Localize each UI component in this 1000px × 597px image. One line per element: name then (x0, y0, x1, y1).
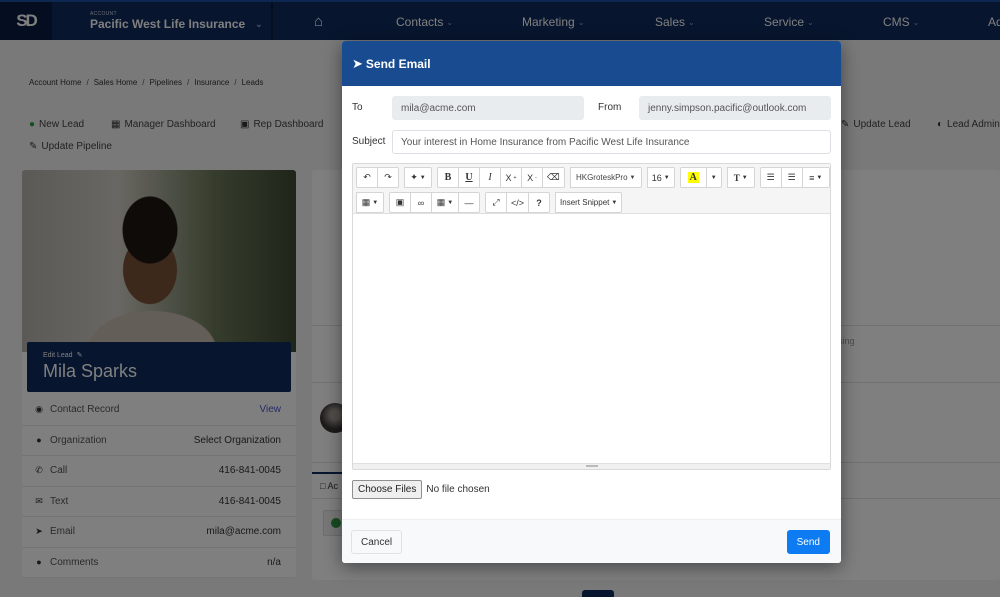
subject-label: Subject (352, 136, 386, 147)
caret-down-icon: ▼ (663, 174, 670, 181)
code-icon: </> (511, 197, 525, 208)
caret-down-icon: ▼ (816, 174, 823, 181)
to-field[interactable]: mila@acme.com (392, 96, 584, 120)
insert-snippet-label: Insert Snippet (560, 198, 610, 207)
to-label: To (352, 102, 363, 113)
modal-header: ➤ Send Email (342, 41, 841, 86)
paper-plane-icon: ➤ (352, 55, 363, 71)
caret-down-icon: ▼ (372, 199, 379, 206)
superscript-icon: X (505, 172, 512, 183)
from-label: From (598, 102, 622, 113)
minus-icon: — (464, 197, 474, 208)
choose-files-button[interactable]: Choose Files (352, 480, 423, 499)
style-dropdown[interactable]: ✦ ▼ (404, 167, 432, 188)
attachment-row: Choose Files No file chosen (352, 480, 490, 499)
modal-title: Send Email (365, 56, 431, 71)
fullscreen-button[interactable]: ⤢ (485, 192, 507, 213)
subscript-icon: X (527, 172, 534, 183)
text-style-dropdown[interactable]: T ▼ (726, 167, 755, 188)
grip-icon (586, 465, 598, 467)
expand-icon: ⤢ (492, 197, 500, 207)
font-size-value: 16 (651, 172, 662, 183)
subject-input[interactable]: Your interest in Home Insurance from Pac… (392, 130, 831, 154)
caret-down-icon: ▼ (741, 174, 748, 181)
file-status: No file chosen (426, 484, 490, 495)
bold-button[interactable]: B (437, 167, 459, 188)
list-ul-icon: ☰ (766, 172, 775, 182)
insert-link-button[interactable]: ∞ (410, 192, 432, 213)
code-view-button[interactable]: </> (506, 192, 530, 213)
insert-snippet-dropdown[interactable]: Insert Snippet ▼ (555, 192, 623, 213)
font-family-value: HKGroteskPro (575, 173, 628, 182)
italic-button[interactable]: I (479, 167, 501, 188)
caret-down-icon: ▼ (629, 174, 636, 181)
editor-resize-handle[interactable] (353, 463, 830, 469)
cancel-button[interactable]: Cancel (351, 530, 403, 554)
align-left-icon: ≡ (809, 172, 815, 183)
underline-button[interactable]: U (458, 167, 480, 188)
undo-icon: ↶ (363, 172, 371, 182)
link-icon: ∞ (417, 197, 425, 208)
unordered-list-button[interactable]: ☰ (759, 167, 782, 188)
insert-image-button[interactable]: ▣ (389, 192, 411, 213)
question-icon: ? (536, 197, 542, 208)
eraser-icon: ⌫ (547, 172, 560, 182)
editor-toolbar: ↶ ↷ ✦ ▼ B U I X + X- ⌫ HKGroteskPro ▼ 16… (353, 164, 830, 214)
highlight-icon: A (687, 172, 699, 183)
color-dropdown[interactable]: ▼ (705, 167, 722, 188)
rich-text-editor: ↶ ↷ ✦ ▼ B U I X + X- ⌫ HKGroteskPro ▼ 16… (352, 163, 831, 470)
clear-format-button[interactable]: ⌫ (542, 167, 565, 188)
text-height-icon: T (733, 172, 740, 183)
send-email-modal: ➤ Send Email To mila@acme.com From jenny… (342, 41, 841, 563)
font-size-dropdown[interactable]: 16 ▼ (646, 167, 675, 188)
email-body-editor[interactable] (353, 214, 830, 464)
font-family-dropdown[interactable]: HKGroteskPro ▼ (569, 167, 642, 188)
grid-icon: ▦ (436, 197, 446, 207)
ordered-list-button[interactable]: ☰ (780, 167, 803, 188)
paragraph-align-dropdown[interactable]: ≡ ▼ (801, 167, 830, 188)
redo-icon: ↷ (384, 172, 392, 182)
superscript-button[interactable]: X + (500, 167, 522, 188)
undo-button[interactable]: ↶ (356, 167, 378, 188)
table-dropdown[interactable]: ▦ ▼ (356, 192, 384, 213)
caret-down-icon: ▼ (419, 174, 426, 181)
magic-wand-icon: ✦ (410, 172, 418, 182)
subscript-button[interactable]: X- (521, 167, 543, 188)
list-ol-icon: ☰ (787, 172, 796, 182)
caret-down-icon: ▼ (447, 199, 454, 206)
insert-table-dropdown[interactable]: ▦ ▼ (431, 192, 459, 213)
highlight-color-button[interactable]: A (679, 167, 707, 188)
modal-footer: Cancel Send (342, 519, 841, 563)
caret-down-icon: ▼ (710, 174, 717, 181)
table-icon: ▦ (361, 197, 371, 207)
help-button[interactable]: ? (528, 192, 551, 213)
redo-button[interactable]: ↷ (377, 167, 399, 188)
caret-down-icon: ▼ (611, 199, 618, 206)
send-button[interactable]: Send (786, 530, 830, 554)
from-field[interactable]: jenny.simpson.pacific@outlook.com (639, 96, 831, 120)
horizontal-rule-button[interactable]: — (458, 192, 480, 213)
image-icon: ▣ (395, 197, 405, 207)
